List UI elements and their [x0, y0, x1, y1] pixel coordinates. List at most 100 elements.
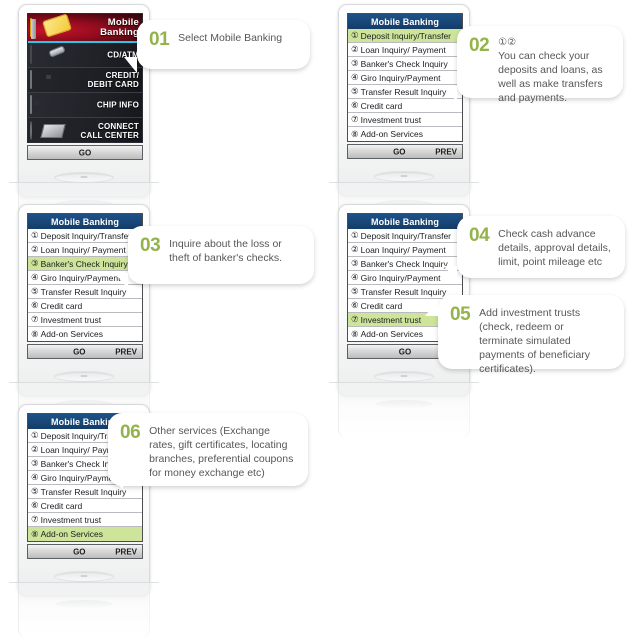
go-label[interactable]: GO: [73, 547, 85, 556]
list-item-number: ⑧: [351, 128, 359, 139]
image-menu-item-mobile-banking[interactable]: Mobile Banking: [28, 14, 142, 43]
callout-05: 05 Add investment trusts (check, redeem …: [438, 295, 624, 375]
list-item[interactable]: ① Deposit Inquiry/Transfer: [28, 229, 142, 243]
list-item-number: ②: [31, 244, 39, 254]
callout-tail-02: [444, 86, 457, 102]
callout-number: 01: [149, 29, 170, 50]
list-item[interactable]: ⑦ Investment trust: [28, 313, 142, 327]
list-item-number: ②: [351, 44, 359, 54]
list-item-label: Investment trust: [40, 514, 102, 525]
list-item[interactable]: ⑤ Transfer Result Inquiry: [28, 485, 142, 499]
card-reader-icon: [30, 70, 51, 89]
phone-screen-area-01: MobileBanking CD/ATM CREDIT/DEBIT CARD: [27, 13, 143, 160]
list-item[interactable]: ⑧ Add-on Services: [28, 527, 142, 541]
list-item-label: Credit card: [40, 300, 83, 311]
list-item[interactable]: ② Loan Inquiry/ Payment: [348, 243, 462, 257]
callout-tail-05: [425, 300, 438, 316]
list-item[interactable]: ⑥ Credit card: [28, 299, 142, 313]
list-item-number: ⑦: [31, 514, 39, 524]
list-item-number: ⑦: [31, 314, 39, 324]
callout-number: 05: [450, 304, 471, 325]
go-prev-button-bar[interactable]: GO PREV: [27, 344, 143, 359]
list-item-number: ②: [31, 444, 39, 454]
list-item-label: Add-on Services: [40, 329, 103, 339]
list-item[interactable]: ⑧ Add-on Services: [348, 127, 462, 141]
list-item[interactable]: ① Deposit Inquiry/Transfer: [348, 29, 462, 43]
callout-text: Select Mobile Banking: [178, 31, 296, 45]
list-item-label: Add-on Services: [360, 329, 423, 339]
list-item-number: ①: [31, 230, 39, 240]
list-item-label: Giro Inquiry/Payment: [40, 272, 121, 283]
image-menu-item-chip-info[interactable]: CHIP INFO: [28, 93, 142, 118]
list-item[interactable]: ① Deposit Inquiry/Transfer: [348, 229, 462, 243]
callout-text: ①② You can check your deposits and loans…: [498, 37, 609, 105]
callout-text: Inquire about the loss or theft of banke…: [169, 237, 300, 265]
prev-label[interactable]: PREV: [115, 547, 137, 556]
list-item-number: ⑥: [351, 100, 359, 110]
list-item-label: Investment trust: [360, 314, 422, 325]
go-label[interactable]: GO: [399, 347, 411, 356]
callout-number: 06: [120, 422, 141, 443]
callout-number: 03: [140, 235, 161, 256]
list-item[interactable]: ④ Giro Inquiry/Payment: [348, 71, 462, 85]
list-item-number: ③: [31, 458, 39, 468]
list-item-label: Add-on Services: [40, 529, 103, 539]
go-prev-button-bar[interactable]: GO PREV: [347, 144, 463, 159]
callout-02: 02 ①② You can check your deposits and lo…: [457, 26, 623, 104]
list-item-number: ⑥: [31, 500, 39, 510]
list-item-number: ⑥: [351, 300, 359, 310]
list-item[interactable]: ③ Banker's Check Inquiry: [28, 257, 142, 271]
callout-body: Other services (Exchange rates, gift cer…: [149, 425, 294, 479]
list-item-label: Giro Inquiry/Payment: [360, 72, 441, 83]
list-item-number: ①: [31, 430, 39, 440]
phone-chassis-03: [27, 359, 141, 395]
callout-body: Add investment trusts (check, redeem or …: [479, 307, 591, 375]
callout-03: 03 Inquire about the loss or theft of ba…: [128, 226, 314, 284]
list-item-number: ⑦: [351, 314, 359, 324]
go-button[interactable]: GO: [27, 145, 143, 160]
callout-01: 01 Select Mobile Banking: [137, 20, 310, 69]
list-item-number: ⑦: [351, 114, 359, 124]
credit-cards-icon: [30, 14, 72, 39]
list-item-number: ⑤: [31, 486, 39, 496]
list-item-label: Credit card: [360, 100, 403, 111]
list-item[interactable]: ⑦ Investment trust: [348, 113, 462, 127]
prev-label[interactable]: PREV: [435, 147, 457, 156]
list-item[interactable]: ② Loan Inquiry/ Payment: [348, 43, 462, 57]
callout-06: 06 Other services (Exchange rates, gift …: [108, 413, 308, 486]
phone-speaker-grille: [374, 171, 434, 182]
chip-device-icon: [30, 95, 40, 114]
callout-tail-03: [115, 273, 128, 289]
phone-device-01: MobileBanking CD/ATM CREDIT/DEBIT CARD: [18, 4, 150, 197]
list-item[interactable]: ⑥ Credit card: [28, 499, 142, 513]
go-label[interactable]: GO: [73, 347, 85, 356]
list-item-label: Banker's Check Inquiry: [360, 58, 448, 69]
list-item[interactable]: ⑧ Add-on Services: [28, 327, 142, 341]
list-item-number: ④: [31, 272, 39, 282]
go-label: GO: [78, 148, 92, 157]
list-header: Mobile Banking: [348, 14, 462, 29]
callout-text: Check cash advance details, approval det…: [498, 227, 611, 269]
list-menu-screen-02: Mobile Banking ① Deposit Inquiry/Transfer…: [347, 13, 463, 142]
go-label[interactable]: GO: [393, 147, 405, 156]
list-item-number: ①: [351, 230, 359, 240]
list-item-label: Transfer Result Inquiry: [40, 286, 127, 297]
call-center-agent-icon: [30, 120, 66, 140]
image-menu-item-label: Mobile Banking: [100, 16, 139, 38]
list-item[interactable]: ② Loan Inquiry/ Payment: [28, 243, 142, 257]
list-item-label: Investment trust: [360, 114, 422, 125]
list-item[interactable]: ⑦ Investment trust: [28, 513, 142, 527]
list-item-label: Credit card: [360, 300, 403, 311]
list-item[interactable]: ③ Banker's Check Inquiry: [348, 57, 462, 71]
list-item-label: Banker's Check Inquiry: [40, 258, 128, 269]
list-item-label: Credit card: [40, 500, 83, 511]
phone-speaker-grille: [54, 172, 114, 183]
callout-number: 04: [469, 225, 490, 246]
phone-chassis-06: [27, 559, 141, 595]
image-menu-item-connect-call-center[interactable]: CONNECT CALL CENTER: [28, 118, 142, 142]
prev-label[interactable]: PREV: [115, 347, 137, 356]
go-prev-button-bar[interactable]: GO PREV: [27, 544, 143, 559]
list-item-label: Deposit Inquiry/Transfer: [360, 230, 452, 241]
image-menu-screen: MobileBanking CD/ATM CREDIT/DEBIT CARD: [27, 13, 143, 143]
list-item-number: ⑧: [31, 328, 39, 339]
